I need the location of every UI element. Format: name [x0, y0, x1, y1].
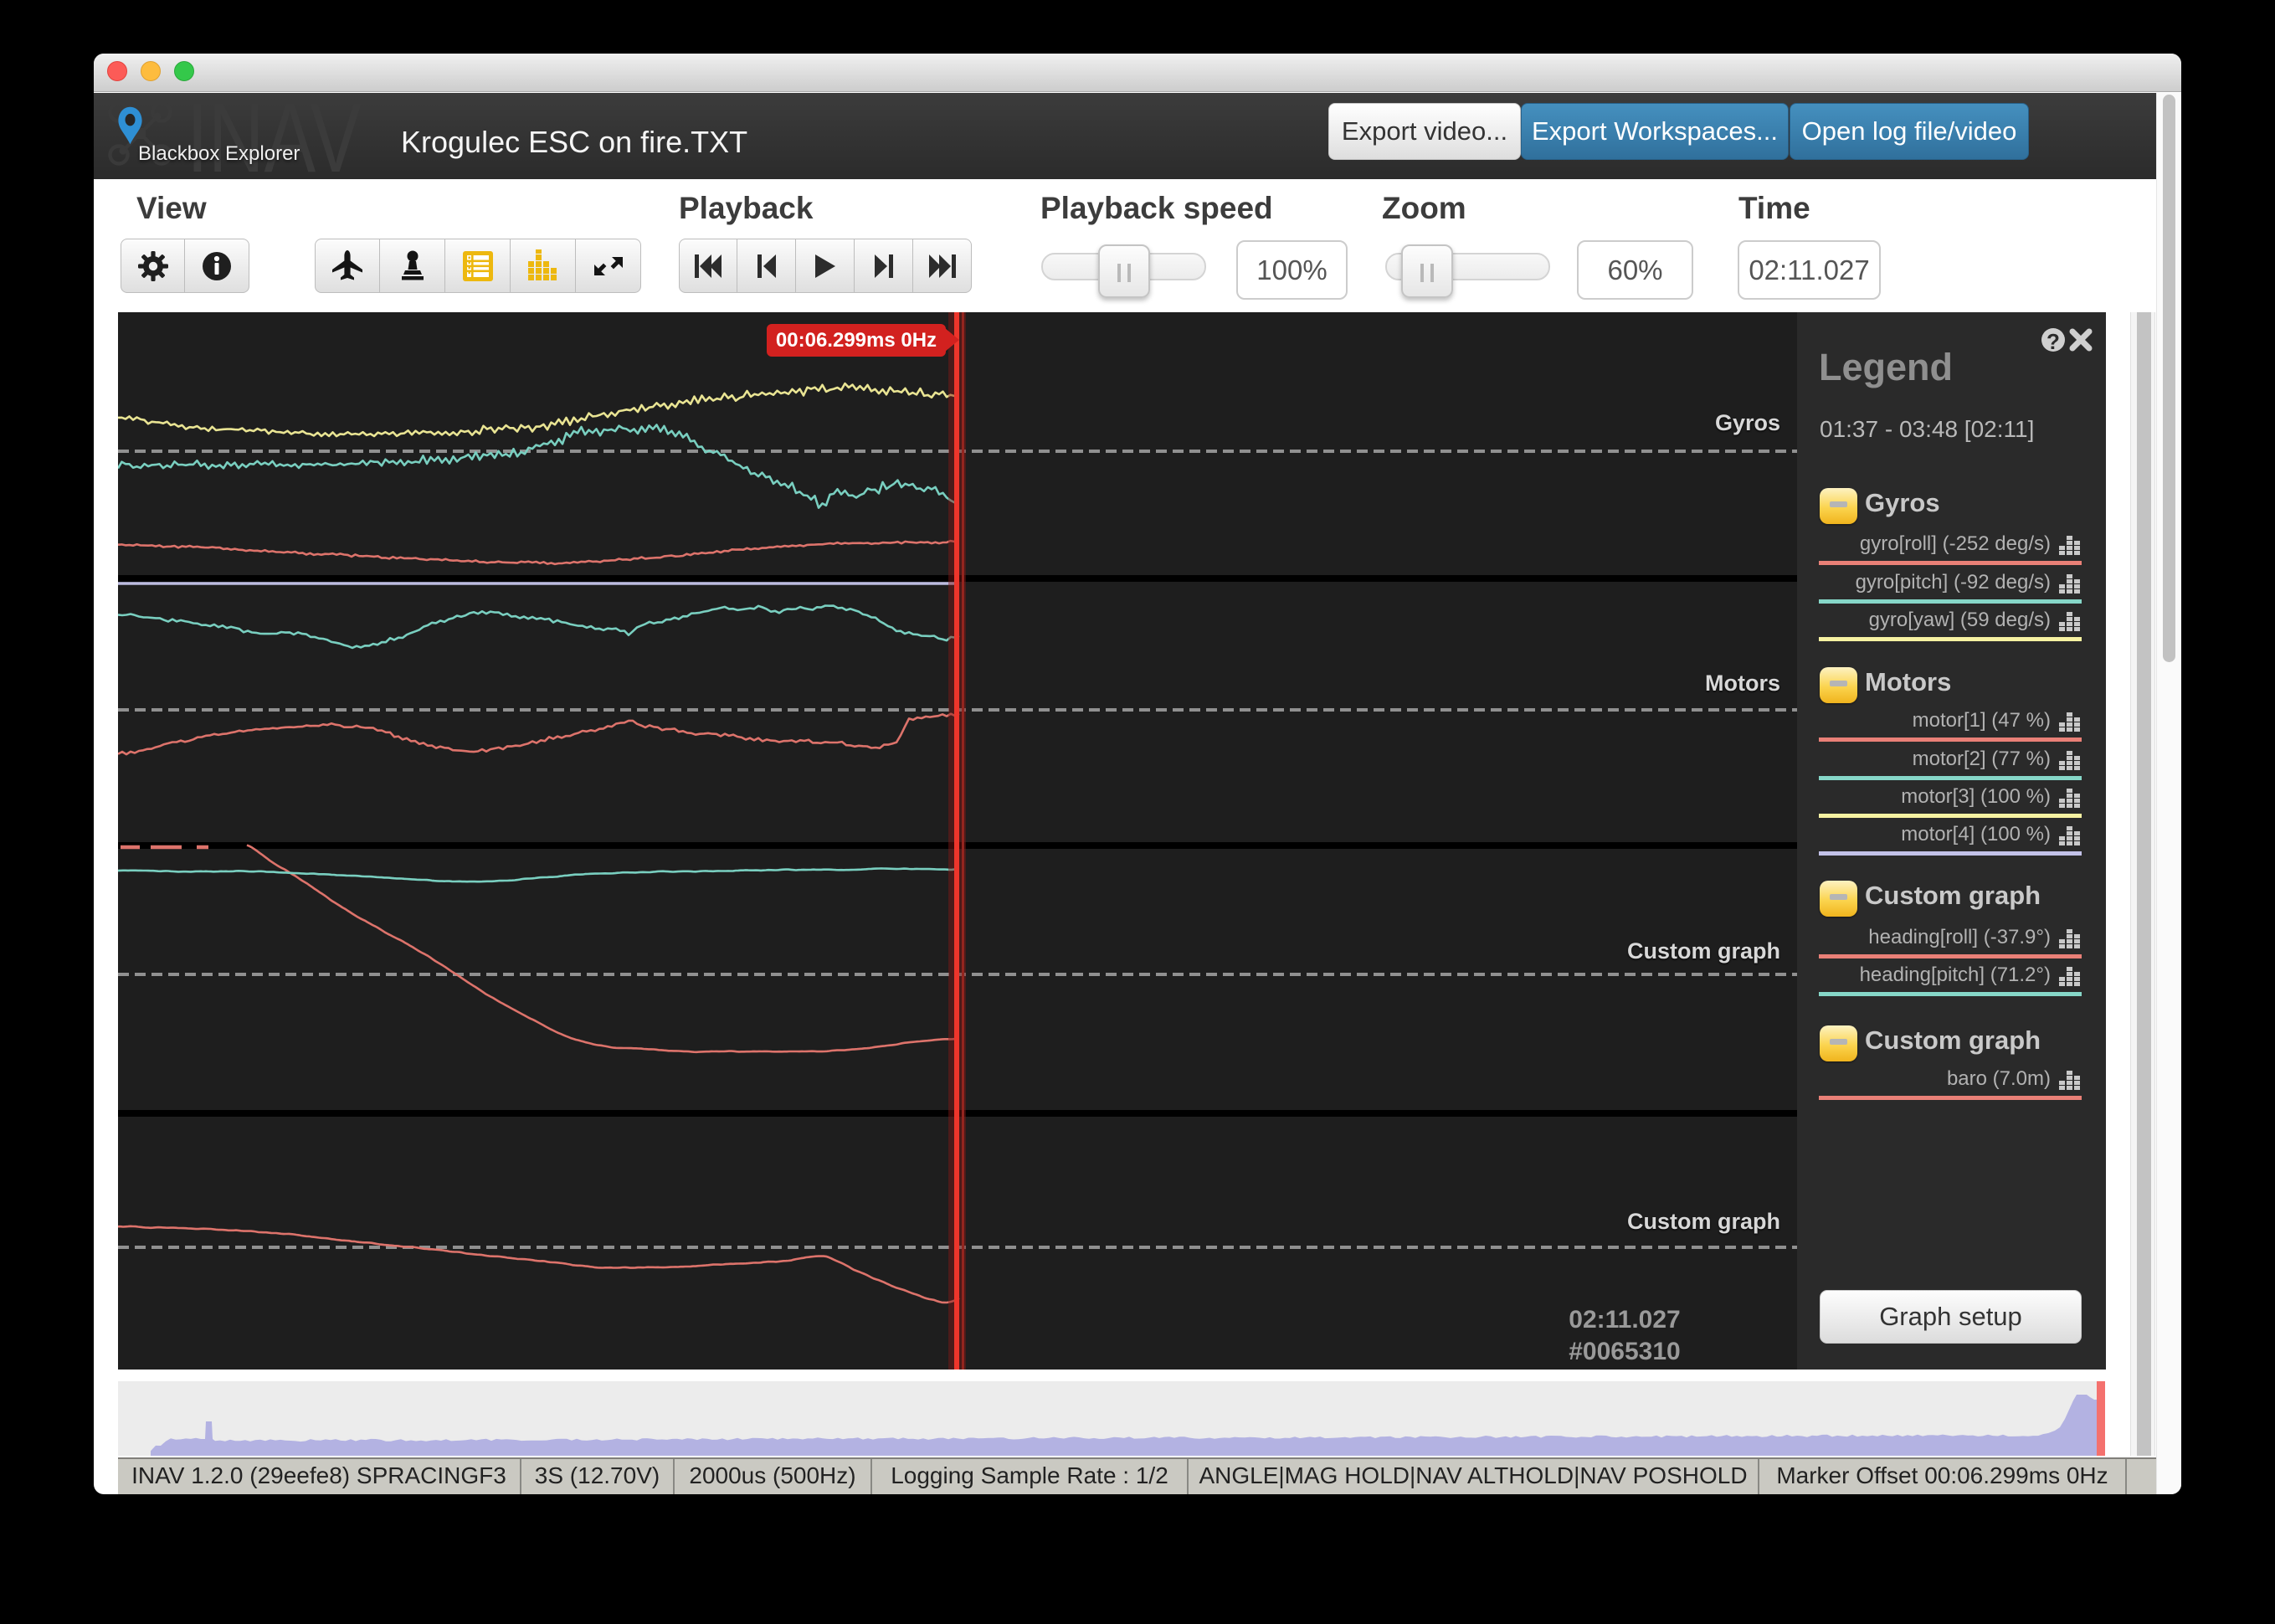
svg-text:?: ? [2046, 329, 2060, 353]
svg-text:INAV: INAV [187, 93, 362, 179]
